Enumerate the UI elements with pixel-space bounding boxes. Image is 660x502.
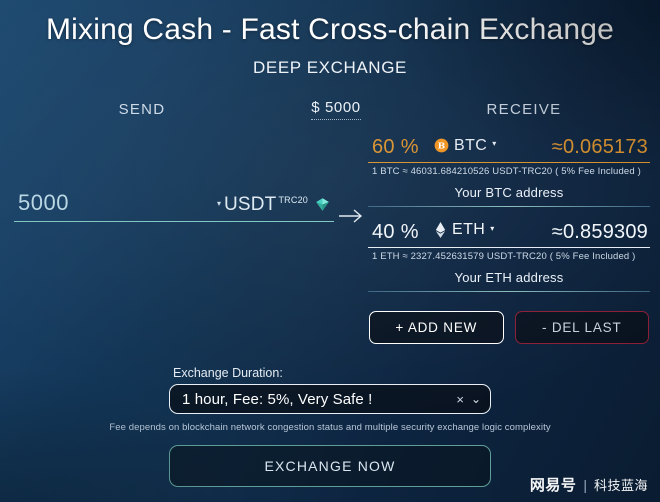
chevron-down-icon: ▾	[216, 199, 221, 208]
row-action-buttons: + ADD NEW - DEL LAST	[368, 311, 650, 344]
direction-arrow	[334, 136, 368, 344]
duration-label: Exchange Duration:	[173, 366, 283, 380]
btc-currency-selector[interactable]: B BTC ▾	[434, 137, 552, 155]
receive-row-eth-main: 40 % ETH ▾ ≈0.859309	[368, 221, 650, 247]
btc-symbol: BTC	[454, 136, 488, 154]
receive-column-label: RECEIVE	[486, 100, 562, 118]
page-title: Mixing Cash - Fast Cross-chain Exchange	[45, 13, 614, 46]
usdt-token-icon	[315, 197, 330, 217]
send-field[interactable]: 5000 ▾ USDT TRC20	[14, 190, 334, 222]
eth-currency-selector[interactable]: ETH ▾	[434, 221, 552, 239]
exchange-now-button[interactable]: EXCHANGE NOW	[169, 445, 491, 487]
chevron-down-icon[interactable]: ⌄	[471, 392, 481, 406]
page-subtitle: DEEP EXCHANGE	[253, 58, 407, 77]
receive-row-eth: 40 % ETH ▾ ≈0.859309 1 ETH ≈ 2327.452631…	[368, 221, 650, 292]
duration-select[interactable]: 1 hour, Fee: 5%, Very Safe ! × ⌄	[169, 384, 491, 414]
close-icon[interactable]: ×	[456, 392, 464, 407]
ethereum-icon	[434, 222, 447, 238]
eth-percent[interactable]: 40 %	[372, 221, 434, 244]
btc-address-divider	[368, 206, 650, 207]
eth-symbol: ETH	[452, 221, 486, 238]
usd-amount-display: $ 5000	[311, 99, 361, 120]
watermark-logo: 网易号	[529, 477, 577, 494]
btc-amount: ≈0.065173	[551, 136, 648, 158]
btc-percent[interactable]: 60 %	[372, 136, 434, 159]
receive-row-btc: 60 % B BTC ▾ ≈0.065173 1 BTC ≈ 46031.684…	[368, 136, 650, 207]
arrow-right-icon	[339, 209, 363, 223]
send-amount-input[interactable]: 5000	[18, 190, 217, 216]
eth-address-input[interactable]: Your ETH address	[368, 262, 650, 291]
btc-address-input[interactable]: Your BTC address	[368, 177, 650, 206]
exchange-main: 5000 ▾ USDT TRC20 60 % B BTC ▾ ≈0.065173…	[0, 136, 660, 344]
send-currency-label: USDT	[223, 194, 277, 215]
duration-section: Exchange Duration: 1 hour, Fee: 5%, Very…	[169, 366, 491, 414]
fee-disclaimer: Fee depends on blockchain network conges…	[109, 422, 551, 433]
exchange-page: Mixing Cash - Fast Cross-chain Exchange …	[0, 0, 660, 502]
eth-address-divider	[368, 291, 650, 292]
send-pane: 5000 ▾ USDT TRC20	[14, 136, 334, 344]
bitcoin-icon: B	[434, 138, 449, 153]
del-last-button[interactable]: - DEL LAST	[514, 311, 649, 344]
send-currency-selector[interactable]: ▾ USDT TRC20	[217, 194, 334, 216]
watermark-separator: |	[583, 476, 587, 493]
btc-rate-note: 1 BTC ≈ 46031.684210526 USDT-TRC20 ( 5% …	[372, 166, 641, 177]
svg-text:B: B	[438, 142, 445, 152]
receive-pane: 60 % B BTC ▾ ≈0.065173 1 BTC ≈ 46031.684…	[368, 136, 650, 344]
eth-rate-note: 1 ETH ≈ 2327.452631579 USDT-TRC20 ( 5% F…	[372, 251, 636, 262]
chevron-down-icon: ▾	[490, 223, 495, 233]
chevron-down-icon: ▾	[492, 139, 497, 148]
receive-row-btc-main: 60 % B BTC ▾ ≈0.065173	[368, 136, 650, 162]
eth-amount: ≈0.859309	[551, 221, 648, 243]
send-column-label: SEND	[118, 100, 166, 118]
send-currency-network: TRC20	[278, 195, 308, 205]
watermark-text: 科技蓝海	[593, 478, 648, 493]
add-new-button[interactable]: + ADD NEW	[369, 311, 504, 344]
column-headers: SEND $ 5000 RECEIVE	[0, 99, 660, 120]
duration-selected-value: 1 hour, Fee: 5%, Very Safe !	[182, 390, 373, 408]
watermark: 网易号 | 科技蓝海	[530, 474, 648, 495]
